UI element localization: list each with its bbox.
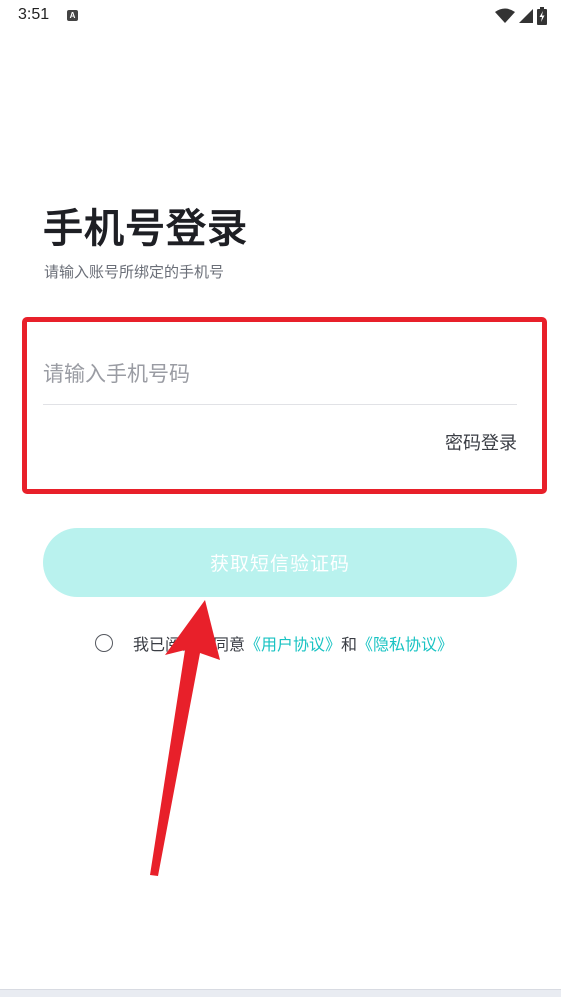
wifi-icon	[495, 8, 515, 24]
status-icons	[495, 7, 547, 25]
privacy-policy-link[interactable]: 《隐私协议》	[357, 631, 453, 655]
user-agreement-link[interactable]: 《用户协议》	[245, 631, 341, 655]
agreement-conjunction: 和	[341, 635, 358, 654]
a-notification-icon: A	[67, 10, 78, 21]
page-subtitle: 请输入账号所绑定的手机号	[44, 263, 225, 281]
highlight-annotation-box	[22, 317, 547, 494]
red-arrow-annotation	[150, 600, 220, 876]
navigation-bar-edge	[0, 989, 561, 997]
get-sms-code-button[interactable]: 获取短信验证码	[43, 528, 517, 597]
agreement-prefix: 我已阅读并同意	[133, 635, 246, 654]
battery-charging-icon	[537, 7, 547, 25]
page-title: 手机号登录	[43, 206, 248, 252]
status-time: 3:51	[18, 6, 50, 23]
cell-signal-icon	[518, 8, 534, 24]
status-bar: 3:51 A	[0, 0, 561, 32]
agreement-radio[interactable]	[95, 634, 113, 652]
agreement-row: 我已阅读并同意 《用户协议》 和 《隐私协议》	[95, 631, 453, 655]
